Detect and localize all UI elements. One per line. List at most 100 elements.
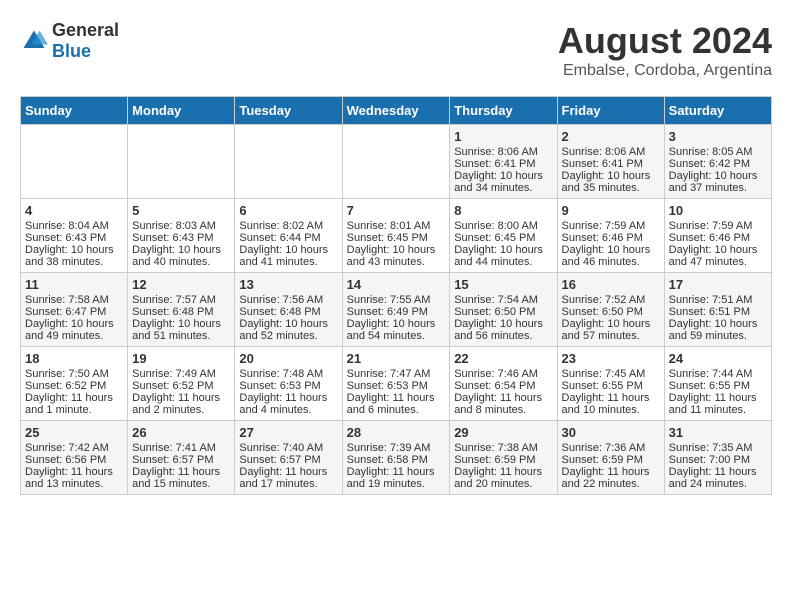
day-info: Sunrise: 8:01 AMSunset: 6:45 PMDaylight:… [347,220,436,268]
day-of-week-tuesday: Tuesday [235,97,342,125]
calendar-cell: 18 Sunrise: 7:50 AMSunset: 6:52 PMDayligh… [21,347,128,421]
calendar-cell [128,125,235,199]
title-block: August 2024 Embalse, Cordoba, Argentina [558,20,772,80]
day-number: 19 [132,351,230,366]
logo-blue: Blue [52,41,91,61]
calendar-cell: 12 Sunrise: 7:57 AMSunset: 6:48 PMDayligh… [128,273,235,347]
calendar-cell: 1 Sunrise: 8:06 AMSunset: 6:41 PMDaylight… [450,125,557,199]
day-number: 29 [454,425,552,440]
day-number: 18 [25,351,123,366]
day-of-week-monday: Monday [128,97,235,125]
calendar-cell: 23 Sunrise: 7:45 AMSunset: 6:55 PMDayligh… [557,347,664,421]
calendar-cell: 15 Sunrise: 7:54 AMSunset: 6:50 PMDayligh… [450,273,557,347]
page-location: Embalse, Cordoba, Argentina [558,62,772,80]
day-info: Sunrise: 8:00 AMSunset: 6:45 PMDaylight:… [454,220,543,268]
calendar-cell: 27Sunrise: 7:40 AMSunset: 6:57 PMDayligh… [235,421,342,495]
day-number: 23 [562,351,660,366]
day-number: 28 [347,425,446,440]
logo-general: General [52,20,119,40]
day-info: Sunrise: 7:44 AMSunset: 6:55 PMDaylight:… [669,368,757,416]
calendar-cell [342,125,450,199]
calendar-cell: 19 Sunrise: 7:49 AMSunset: 6:52 PMDayligh… [128,347,235,421]
calendar-cell: 7 Sunrise: 8:01 AMSunset: 6:45 PMDaylight… [342,199,450,273]
logo-text: General Blue [52,20,119,62]
day-info: Sunrise: 7:46 AMSunset: 6:54 PMDaylight:… [454,368,542,416]
day-of-week-sunday: Sunday [21,97,128,125]
calendar-cell: 11Sunrise: 7:58 AMSunset: 6:47 PMDayligh… [21,273,128,347]
calendar-cell: 17Sunrise: 7:51 AMSunset: 6:51 PMDayligh… [664,273,771,347]
day-number: 20 [239,351,337,366]
day-info: Sunrise: 7:38 AMSunset: 6:59 PMDaylight:… [454,442,542,490]
day-info: Sunrise: 7:59 AMSunset: 6:46 PMDaylight:… [669,220,758,268]
calendar-cell: 10 Sunrise: 7:59 AMSunset: 6:46 PMDayligh… [664,199,771,273]
day-info: Sunrise: 7:55 AMSunset: 6:49 PMDaylight:… [347,294,436,342]
calendar-week-row: 25 Sunrise: 7:42 AMSunset: 6:56 PMDayligh… [21,421,772,495]
calendar-cell: 20Sunrise: 7:48 AMSunset: 6:53 PMDayligh… [235,347,342,421]
day-number: 4 [25,203,123,218]
calendar-header-row: SundayMondayTuesdayWednesdayThursdayFrid… [21,97,772,125]
day-number: 10 [669,203,767,218]
day-info: Sunrise: 7:45 AMSunset: 6:55 PMDaylight:… [562,368,650,416]
day-number: 30 [562,425,660,440]
calendar-cell [235,125,342,199]
day-info: Sunrise: 7:59 AMSunset: 6:46 PMDaylight:… [562,220,651,268]
day-info: Sunrise: 7:35 AMSunset: 7:00 PMDaylight:… [669,442,757,490]
calendar-cell: 25 Sunrise: 7:42 AMSunset: 6:56 PMDayligh… [21,421,128,495]
day-number: 12 [132,277,230,292]
calendar-cell: 29 Sunrise: 7:38 AMSunset: 6:59 PMDayligh… [450,421,557,495]
calendar-cell: 31 Sunrise: 7:35 AMSunset: 7:00 PMDayligh… [664,421,771,495]
day-number: 8 [454,203,552,218]
day-of-week-wednesday: Wednesday [342,97,450,125]
day-info: Sunrise: 7:47 AMSunset: 6:53 PMDaylight:… [347,368,435,416]
day-number: 22 [454,351,552,366]
day-number: 26 [132,425,230,440]
day-of-week-friday: Friday [557,97,664,125]
day-info: Sunrise: 8:06 AMSunset: 6:41 PMDaylight:… [454,146,543,194]
day-info: Sunrise: 7:56 AMSunset: 6:48 PMDaylight:… [239,294,328,342]
calendar-table: SundayMondayTuesdayWednesdayThursdayFrid… [20,96,772,495]
day-info: Sunrise: 8:03 AMSunset: 6:43 PMDaylight:… [132,220,221,268]
calendar-cell: 6 Sunrise: 8:02 AMSunset: 6:44 PMDaylight… [235,199,342,273]
day-number: 1 [454,129,552,144]
day-number: 31 [669,425,767,440]
calendar-cell: 8 Sunrise: 8:00 AMSunset: 6:45 PMDaylight… [450,199,557,273]
day-number: 16 [562,277,660,292]
day-info: Sunrise: 7:49 AMSunset: 6:52 PMDaylight:… [132,368,220,416]
page-header: General Blue August 2024 Embalse, Cordob… [20,20,772,80]
day-number: 14 [347,277,446,292]
day-info: Sunrise: 8:06 AMSunset: 6:41 PMDaylight:… [562,146,651,194]
day-info: Sunrise: 7:54 AMSunset: 6:50 PMDaylight:… [454,294,543,342]
day-info: Sunrise: 7:50 AMSunset: 6:52 PMDaylight:… [25,368,113,416]
day-number: 7 [347,203,446,218]
day-number: 15 [454,277,552,292]
day-number: 6 [239,203,337,218]
calendar-cell: 24 Sunrise: 7:44 AMSunset: 6:55 PMDayligh… [664,347,771,421]
day-info: Sunrise: 8:04 AMSunset: 6:43 PMDaylight:… [25,220,114,268]
day-number: 21 [347,351,446,366]
day-number: 27 [239,425,337,440]
day-of-week-saturday: Saturday [664,97,771,125]
day-info: Sunrise: 7:42 AMSunset: 6:56 PMDaylight:… [25,442,113,490]
page-title: August 2024 [558,20,772,62]
day-info: Sunrise: 7:57 AMSunset: 6:48 PMDaylight:… [132,294,221,342]
calendar-week-row: 4 Sunrise: 8:04 AMSunset: 6:43 PMDaylight… [21,199,772,273]
calendar-cell [21,125,128,199]
calendar-week-row: 1 Sunrise: 8:06 AMSunset: 6:41 PMDaylight… [21,125,772,199]
day-number: 3 [669,129,767,144]
day-of-week-thursday: Thursday [450,97,557,125]
day-number: 24 [669,351,767,366]
calendar-cell: 30Sunrise: 7:36 AMSunset: 6:59 PMDayligh… [557,421,664,495]
calendar-cell: 5Sunrise: 8:03 AMSunset: 6:43 PMDaylight… [128,199,235,273]
day-number: 9 [562,203,660,218]
calendar-cell: 13 Sunrise: 7:56 AMSunset: 6:48 PMDayligh… [235,273,342,347]
calendar-cell: 21 Sunrise: 7:47 AMSunset: 6:53 PMDayligh… [342,347,450,421]
day-number: 17 [669,277,767,292]
calendar-week-row: 18 Sunrise: 7:50 AMSunset: 6:52 PMDayligh… [21,347,772,421]
day-info: Sunrise: 8:02 AMSunset: 6:44 PMDaylight:… [239,220,328,268]
day-number: 25 [25,425,123,440]
calendar-cell: 9 Sunrise: 7:59 AMSunset: 6:46 PMDaylight… [557,199,664,273]
logo-icon [20,27,48,55]
calendar-cell: 16Sunrise: 7:52 AMSunset: 6:50 PMDayligh… [557,273,664,347]
calendar-cell: 4 Sunrise: 8:04 AMSunset: 6:43 PMDaylight… [21,199,128,273]
day-number: 13 [239,277,337,292]
